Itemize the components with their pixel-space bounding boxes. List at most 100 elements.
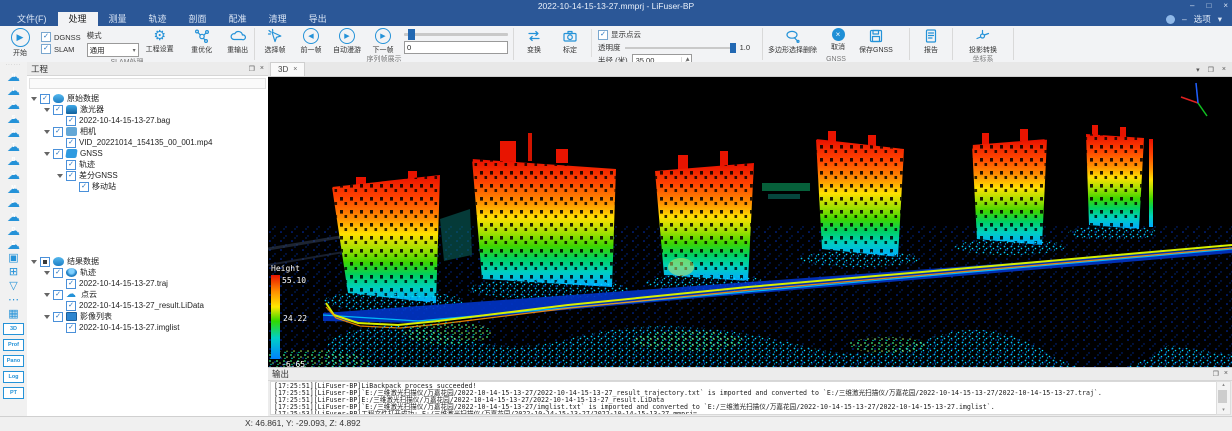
- slam-checkbox[interactable]: SLAM: [41, 44, 81, 54]
- tree-item[interactable]: 结果数据: [27, 256, 268, 267]
- expand-arrow-icon[interactable]: [44, 152, 50, 156]
- expand-arrow-icon[interactable]: [44, 271, 50, 275]
- tree-checkbox[interactable]: [66, 171, 76, 181]
- tree-item[interactable]: 2022-10-14-15-13-27_result.LiData: [27, 300, 268, 311]
- menu-tab-export[interactable]: 导出: [298, 12, 338, 26]
- menu-tab-file[interactable]: 文件(F): [6, 12, 58, 26]
- expand-arrow-icon[interactable]: [44, 315, 50, 319]
- output-scrollbar[interactable]: ▴ ▾: [1216, 381, 1231, 415]
- reoptimize-button[interactable]: 重优化: [185, 28, 219, 55]
- tree-item[interactable]: 相机: [27, 126, 268, 137]
- tree-item[interactable]: 轨迹: [27, 267, 268, 278]
- close-button[interactable]: ×: [1223, 0, 1228, 12]
- output-log[interactable]: [17:25:51][LiFuser-BP]LiBackpack process…: [270, 381, 1217, 415]
- tree-item[interactable]: 2022-10-14-15-13-27.traj: [27, 278, 268, 289]
- menu-tab-measure[interactable]: 测量: [98, 12, 138, 26]
- options-caret-icon[interactable]: ▾: [1218, 14, 1222, 25]
- cloud-s-tool-icon[interactable]: ☁S: [7, 111, 20, 125]
- account-icon[interactable]: [1166, 15, 1175, 24]
- mode-select[interactable]: 通用▾: [87, 43, 139, 57]
- slider-handle[interactable]: [730, 43, 736, 53]
- tree-checkbox[interactable]: [53, 290, 63, 300]
- tree-checkbox[interactable]: [79, 182, 89, 192]
- scroll-thumb[interactable]: [1218, 390, 1227, 403]
- prism-icon[interactable]: ▽: [9, 279, 17, 293]
- tree-item[interactable]: ☁点云: [27, 289, 268, 300]
- cancel-button[interactable]: × 取消: [821, 28, 855, 52]
- opacity-slider[interactable]: [625, 47, 736, 49]
- project-settings-button[interactable]: ⚙ 工程设置: [143, 28, 177, 54]
- more-icon[interactable]: ⋯: [8, 293, 19, 307]
- expand-arrow-icon[interactable]: [57, 174, 63, 178]
- cloud-m-tool-icon[interactable]: ☁M: [7, 181, 20, 195]
- view-tool-pano[interactable]: Pano: [3, 355, 24, 367]
- maximize-button[interactable]: □: [1206, 0, 1211, 12]
- ribbon-collapse-icon[interactable]: –: [1182, 14, 1187, 24]
- frame-number-input[interactable]: 0: [404, 41, 508, 54]
- cloud-h-tool-icon[interactable]: ☁H: [7, 69, 20, 83]
- image-icon[interactable]: ▦: [8, 307, 18, 321]
- minimize-button[interactable]: –: [1190, 0, 1194, 12]
- show-pointcloud-checkbox[interactable]: 显示点云: [598, 29, 641, 40]
- tree-item[interactable]: 2022-10-14-15-13-27.imglist: [27, 322, 268, 333]
- cloud-f-tool-icon[interactable]: ☁F: [7, 195, 20, 209]
- expand-arrow-icon[interactable]: [31, 97, 37, 101]
- calibrate-button[interactable]: 标定: [553, 28, 587, 55]
- cloud-b-tool-icon[interactable]: ☁B: [7, 153, 20, 167]
- tree-checkbox[interactable]: [40, 257, 50, 267]
- tree-item[interactable]: 影像列表: [27, 311, 268, 322]
- dgnss-checkbox[interactable]: DGNSS: [41, 32, 81, 42]
- tree-checkbox[interactable]: [53, 268, 63, 278]
- float-panel-icon[interactable]: ❐: [1213, 370, 1219, 378]
- expand-arrow-icon[interactable]: [44, 130, 50, 134]
- tab-3d[interactable]: 3D ×: [270, 62, 305, 76]
- scroll-up-icon[interactable]: ▴: [1222, 382, 1225, 389]
- polygon-delete-button[interactable]: 多边形选择删除: [766, 28, 819, 55]
- cloud-g-tool-icon[interactable]: ☁G: [7, 167, 20, 181]
- menu-tab-trajectory[interactable]: 轨迹: [138, 12, 178, 26]
- cloud-d-tool-icon[interactable]: ☁D: [7, 223, 20, 237]
- view-tool-3d[interactable]: 3D: [3, 323, 24, 335]
- viewport-3d[interactable]: Height 55.10 24.22 -6.65: [268, 77, 1232, 367]
- tree-item[interactable]: GNSS: [27, 148, 268, 159]
- tree-item[interactable]: 2022-10-14-15-13-27.bag: [27, 115, 268, 126]
- prev-frame-button[interactable]: ◀ 前一帧: [294, 28, 328, 55]
- expand-arrow-icon[interactable]: [44, 108, 50, 112]
- report-button[interactable]: 报告: [914, 28, 948, 55]
- view-tool-prof[interactable]: Prof: [3, 339, 24, 351]
- close-panel-icon[interactable]: ×: [260, 65, 264, 73]
- cloud-e-tool-icon[interactable]: ☁E: [7, 237, 20, 251]
- tree-item[interactable]: 移动站: [27, 181, 268, 192]
- close-panel-icon[interactable]: ×: [1222, 66, 1226, 74]
- tree-checkbox[interactable]: [53, 149, 63, 159]
- tree-checkbox[interactable]: [53, 127, 63, 137]
- slider-handle[interactable]: [408, 29, 415, 40]
- projection-convert-button[interactable]: 投影转换: [966, 28, 1000, 55]
- view-tool-log[interactable]: Log: [3, 371, 24, 383]
- transform-button[interactable]: 变换: [517, 28, 551, 55]
- tree-checkbox[interactable]: [66, 279, 76, 289]
- save-gnss-button[interactable]: 保存GNSS: [857, 28, 895, 55]
- tree-checkbox[interactable]: [66, 138, 76, 148]
- tree-checkbox[interactable]: [40, 94, 50, 104]
- toolbar-grip[interactable]: [6, 62, 22, 69]
- menu-tab-process[interactable]: 处理: [58, 12, 98, 26]
- tab-list-caret-icon[interactable]: ▾: [1196, 66, 1200, 74]
- expand-arrow-icon[interactable]: [44, 293, 50, 297]
- tree-checkbox[interactable]: [53, 105, 63, 115]
- cloud-r-tool-icon[interactable]: ☁R: [7, 125, 20, 139]
- tree-item[interactable]: VID_20221014_154135_00_001.mp4: [27, 137, 268, 148]
- cloud-n-tool-icon[interactable]: ☁N: [7, 209, 20, 223]
- expand-icon[interactable]: ⊞: [9, 265, 18, 279]
- tree-checkbox[interactable]: [66, 323, 76, 333]
- options-button[interactable]: 选项: [1194, 13, 1211, 25]
- menu-tab-profile[interactable]: 剖面: [178, 12, 218, 26]
- start-button[interactable]: ▶ 开始: [3, 28, 37, 58]
- frame-slider[interactable]: [404, 33, 508, 36]
- tree-item[interactable]: 差分GNSS: [27, 170, 268, 181]
- cloud-i-tool-icon[interactable]: ☁I: [7, 83, 20, 97]
- float-panel-icon[interactable]: ❐: [1208, 66, 1214, 74]
- view-tool-pt[interactable]: PT: [3, 387, 24, 399]
- video-icon[interactable]: ▣: [8, 251, 18, 265]
- tree-item[interactable]: 激光器: [27, 104, 268, 115]
